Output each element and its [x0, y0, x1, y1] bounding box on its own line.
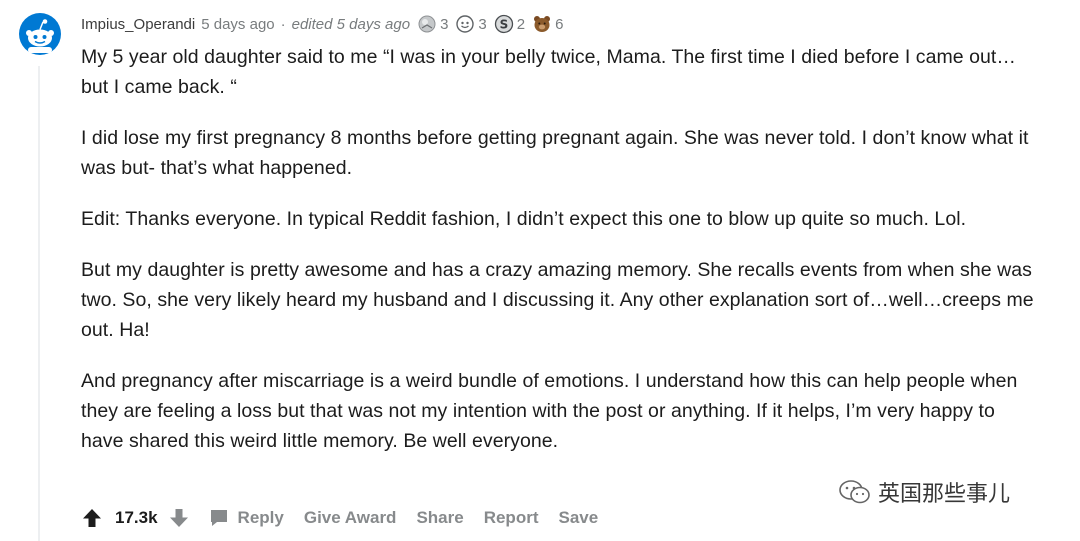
avatar[interactable] [18, 12, 62, 56]
thread-line[interactable] [38, 66, 40, 541]
wechat-icon [839, 480, 870, 504]
award-bear[interactable]: 6 [531, 13, 563, 35]
award-count: 3 [440, 15, 449, 33]
comment-time[interactable]: 5 days ago [201, 16, 274, 33]
comment-meta: Impius_Operandi 5 days ago · edited 5 da… [81, 10, 1041, 38]
comment-paragraph: And pregnancy after miscarriage is a wei… [81, 370, 1018, 452]
watermark: 英国那些事儿 [838, 476, 1010, 508]
comment-paragraph: My 5 year old daughter said to me “I was… [81, 46, 1016, 98]
snoo-avatar-icon [19, 13, 61, 55]
bear-award-icon [534, 16, 551, 32]
comment-body: My 5 year old daughter said to me “I was… [81, 42, 1041, 456]
award-wholesome[interactable]: 3 [454, 13, 487, 35]
reply-button[interactable]: Reply [208, 507, 284, 529]
watermark-text: 英国那些事儿 [878, 481, 1011, 506]
save-button[interactable]: Save [558, 508, 598, 528]
upvote-icon[interactable] [81, 507, 103, 529]
vote-controls: 17.3k [81, 507, 208, 529]
report-button[interactable]: Report [484, 508, 539, 528]
speech-bubble-icon [210, 510, 227, 526]
award-count: 3 [478, 15, 487, 33]
edited-time: edited 5 days ago [291, 15, 411, 33]
share-button[interactable]: Share [416, 508, 463, 528]
comment-actions: 17.3k Reply Give Award Share Report Save [81, 503, 618, 533]
award-silver[interactable]: 3 [416, 13, 448, 35]
wholesome-award-icon [456, 15, 475, 33]
silver-award-icon [418, 15, 436, 33]
vote-score: 17.3k [115, 508, 158, 527]
comment-paragraph: I did lose my first pregnancy 8 months b… [81, 127, 1029, 179]
author-name[interactable]: Impius_Operandi [81, 16, 195, 33]
downvote-icon[interactable] [168, 507, 190, 529]
s-coin-award-icon: S [494, 14, 513, 34]
award-s-coin[interactable]: S 2 [493, 13, 525, 35]
give-award-button[interactable]: Give Award [304, 508, 397, 528]
comment-paragraph: Edit: Thanks everyone. In typical Reddit… [81, 208, 967, 230]
comment: Impius_Operandi 5 days ago · edited 5 da… [81, 10, 1041, 477]
meta-separator: · [280, 15, 286, 33]
reply-label: Reply [237, 508, 284, 527]
svg-text:S: S [499, 18, 508, 32]
comment-paragraph: But my daughter is pretty awesome and ha… [81, 259, 1034, 341]
award-count: 6 [555, 15, 564, 33]
award-count: 2 [516, 15, 526, 33]
